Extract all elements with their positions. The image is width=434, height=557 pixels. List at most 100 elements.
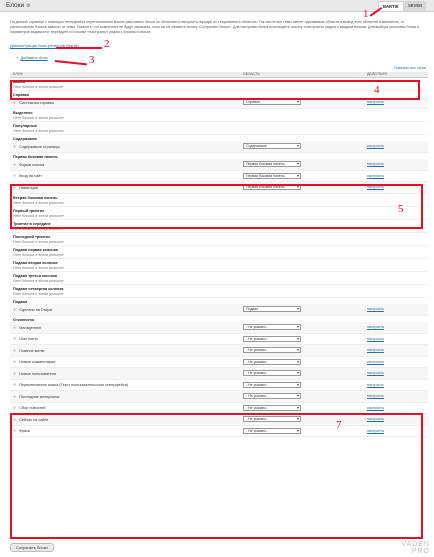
- drag-handle-icon[interactable]: ✥: [13, 360, 16, 364]
- region-select[interactable]: Первая боковая панель: [243, 184, 301, 191]
- block-name-cell: ✥ Последние материалы: [10, 390, 240, 403]
- region-select[interactable]: Подвал: [243, 306, 301, 312]
- region-select[interactable]: - Не указано -: [243, 347, 301, 354]
- table-row: ✥ Переключатель языка (Текст пользователь…: [10, 379, 428, 391]
- drag-handle-icon[interactable]: ✥: [13, 418, 16, 422]
- drag-handle-icon[interactable]: ✥: [13, 101, 16, 105]
- add-block-link[interactable]: Добавить блок: [20, 55, 47, 60]
- region-cell: - Не указано -: [240, 333, 364, 345]
- drag-handle-icon[interactable]: ✥: [13, 145, 16, 149]
- configure-link[interactable]: настроить: [367, 100, 384, 104]
- configure-link[interactable]: настроить: [367, 144, 384, 148]
- table-row: ✥Сделано на DrupalПодвал настроить: [10, 303, 428, 316]
- block-name-cell: ✥ Главное меню: [10, 344, 240, 357]
- actions-cell: настроить: [364, 170, 428, 182]
- configure-link[interactable]: настроить: [367, 406, 384, 410]
- region-select[interactable]: - Не указано -: [243, 393, 301, 400]
- drag-handle-icon[interactable]: ✥: [13, 349, 16, 353]
- table-row: ✥Навигация Первая боковая панель настроить: [10, 181, 428, 194]
- region-cell: - Не указано -: [240, 425, 364, 437]
- annotation-number-4: 4: [374, 84, 380, 96]
- region-cell: - Не указано -: [240, 402, 364, 414]
- configure-link[interactable]: настроить: [367, 394, 384, 398]
- table-row: ✥Сейчас на сайте- Не указано -настроить: [10, 413, 428, 426]
- drag-handle-icon[interactable]: ✥: [13, 337, 16, 341]
- show-weights-link[interactable]: Показать вес строк: [394, 66, 426, 70]
- drag-handle-icon[interactable]: ✥: [13, 395, 16, 399]
- region-cell: - Не указано -: [240, 413, 364, 426]
- drag-handle-icon[interactable]: ✥: [13, 326, 16, 330]
- block-name-cell: ✥ User menu: [10, 333, 240, 345]
- region-select[interactable]: Первая боковая панель: [243, 172, 301, 179]
- drag-handle-icon[interactable]: ✥: [13, 174, 16, 178]
- actions-cell: настроить: [364, 367, 428, 380]
- page-description: На данной странице с помощью интерфейса …: [10, 20, 420, 34]
- top-bar: Блоки ⚙ BARTIK SEVEN: [0, 0, 434, 12]
- table-row: ✥Главное меню- Не указано - настроить: [10, 344, 428, 357]
- region-select[interactable]: - Не указано -: [243, 358, 301, 365]
- actions-cell: настроить: [364, 344, 428, 357]
- region-select[interactable]: - Не указано -: [243, 404, 301, 411]
- drag-handle-icon[interactable]: ✥: [13, 163, 16, 167]
- drag-handle-icon[interactable]: ✥: [13, 406, 16, 410]
- tab-bartik[interactable]: BARTIK: [378, 1, 404, 11]
- gear-icon[interactable]: ⚙: [26, 3, 30, 9]
- block-name: Management: [19, 325, 42, 330]
- region-cell: - Не указано -: [240, 390, 364, 403]
- configure-link[interactable]: настроить: [367, 185, 384, 189]
- actions-cell: настроить: [364, 321, 428, 334]
- watermark-line-2: PRO: [411, 548, 430, 555]
- table-row: ✥Сбор новостей - Не указано - настроить: [10, 402, 428, 414]
- annotation-arrow-3: [54, 60, 87, 65]
- annotation-number-7: 7: [336, 419, 342, 431]
- annotation-arrow-2: [56, 47, 102, 49]
- region-select[interactable]: Первая боковая панель: [243, 161, 301, 167]
- configure-link[interactable]: настроить: [367, 383, 384, 387]
- block-name-cell: ✥ Фрики: [10, 425, 240, 437]
- block-name: Системная справка: [19, 100, 54, 105]
- block-name: Последние материалы: [19, 394, 60, 399]
- block-name-cell: ✥ Системная справка: [10, 96, 240, 109]
- page-title: Блоки ⚙: [6, 2, 31, 9]
- region-cell: Первая боковая панель: [240, 170, 364, 182]
- actions-cell: настроить: [364, 413, 428, 426]
- region-select[interactable]: - Не указано -: [243, 416, 301, 423]
- configure-link[interactable]: настроить: [367, 348, 384, 352]
- actions-cell: настроить: [364, 158, 428, 171]
- drag-handle-icon[interactable]: ✥: [13, 186, 16, 190]
- configure-link[interactable]: настроить: [367, 325, 384, 329]
- configure-link[interactable]: настроить: [367, 174, 384, 178]
- drag-handle-icon[interactable]: ✥: [13, 429, 16, 433]
- configure-link[interactable]: настроить: [367, 417, 384, 421]
- block-name: Фрики: [19, 429, 31, 434]
- save-blocks-button[interactable]: Сохранить блоки: [10, 543, 54, 552]
- actions-cell: настроить: [364, 402, 428, 414]
- drag-handle-icon[interactable]: ✥: [13, 308, 16, 312]
- region-select[interactable]: - Не указано -: [243, 335, 301, 342]
- configure-link[interactable]: настроить: [367, 307, 384, 311]
- region-select[interactable]: - Не указано -: [243, 381, 301, 388]
- region-cell: - Не указано -: [240, 379, 364, 391]
- region-select[interactable]: - Не указано -: [243, 427, 301, 434]
- actions-cell: настроить: [364, 425, 428, 437]
- region-select[interactable]: - Не указано -: [243, 324, 301, 330]
- configure-link[interactable]: настроить: [367, 371, 384, 375]
- region-cell: - Не указано -: [240, 356, 364, 368]
- region-cell: Первая боковая панель: [240, 158, 364, 171]
- configure-link[interactable]: настроить: [367, 162, 384, 166]
- block-name: Сбор новостей: [19, 406, 46, 411]
- block-name: Форма поиска: [19, 162, 45, 167]
- drag-handle-icon[interactable]: ✥: [13, 383, 16, 387]
- block-name: Навигация: [19, 185, 38, 190]
- table-row: ✥Новые комментарии- Не указано -настроит…: [10, 356, 428, 368]
- configure-link[interactable]: настроить: [367, 337, 384, 341]
- tab-seven[interactable]: SEVEN: [404, 1, 427, 11]
- annotation-number-1: 1: [363, 8, 369, 20]
- region-select[interactable]: - Не указано -: [243, 370, 301, 377]
- drag-handle-icon[interactable]: ✥: [13, 372, 16, 376]
- configure-link[interactable]: настроить: [367, 360, 384, 364]
- block-name-cell: ✥ Сделано на Drupal: [10, 303, 240, 316]
- configure-link[interactable]: настроить: [367, 429, 384, 433]
- region-select[interactable]: Содержимое: [243, 143, 301, 149]
- region-select[interactable]: Справка: [243, 99, 301, 105]
